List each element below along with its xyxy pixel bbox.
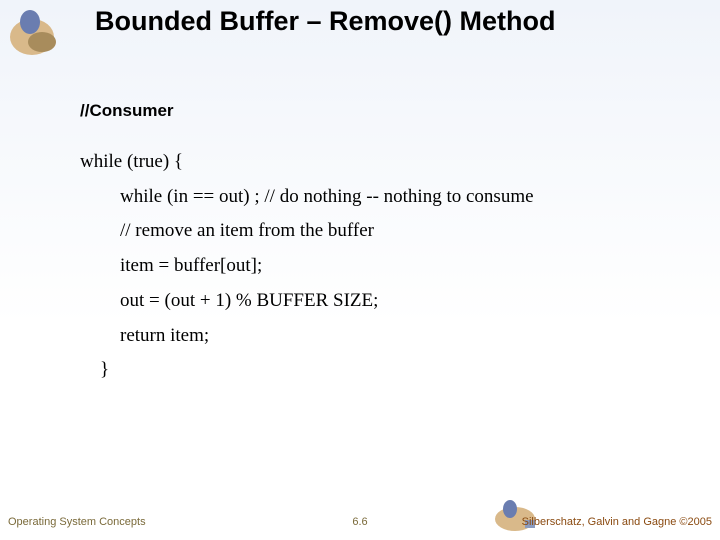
slide-title: Bounded Buffer – Remove() Method bbox=[95, 6, 700, 37]
code-line-1: while (true) { bbox=[80, 150, 680, 175]
slide-content: //Consumer while (true) { while (in == o… bbox=[80, 100, 680, 393]
code-line-6: return item; bbox=[80, 324, 680, 349]
code-line-3: // remove an item from the buffer bbox=[80, 219, 680, 244]
footer-copyright: Silberschatz, Galvin and Gagne ©2005 bbox=[522, 516, 712, 528]
footer-page-number: 6.6 bbox=[352, 516, 367, 528]
code-line-7: } bbox=[80, 358, 680, 383]
code-line-5: out = (out + 1) % BUFFER SIZE; bbox=[80, 289, 680, 314]
dinosaur-logo-bottom-right bbox=[490, 494, 540, 534]
code-line-2: while (in == out) ; // do nothing -- not… bbox=[80, 185, 680, 210]
footer-left-text: Operating System Concepts bbox=[8, 516, 146, 528]
dinosaur-logo-top-left bbox=[2, 2, 62, 62]
consumer-comment: //Consumer bbox=[80, 100, 680, 122]
code-line-4: item = buffer[out]; bbox=[80, 254, 680, 279]
